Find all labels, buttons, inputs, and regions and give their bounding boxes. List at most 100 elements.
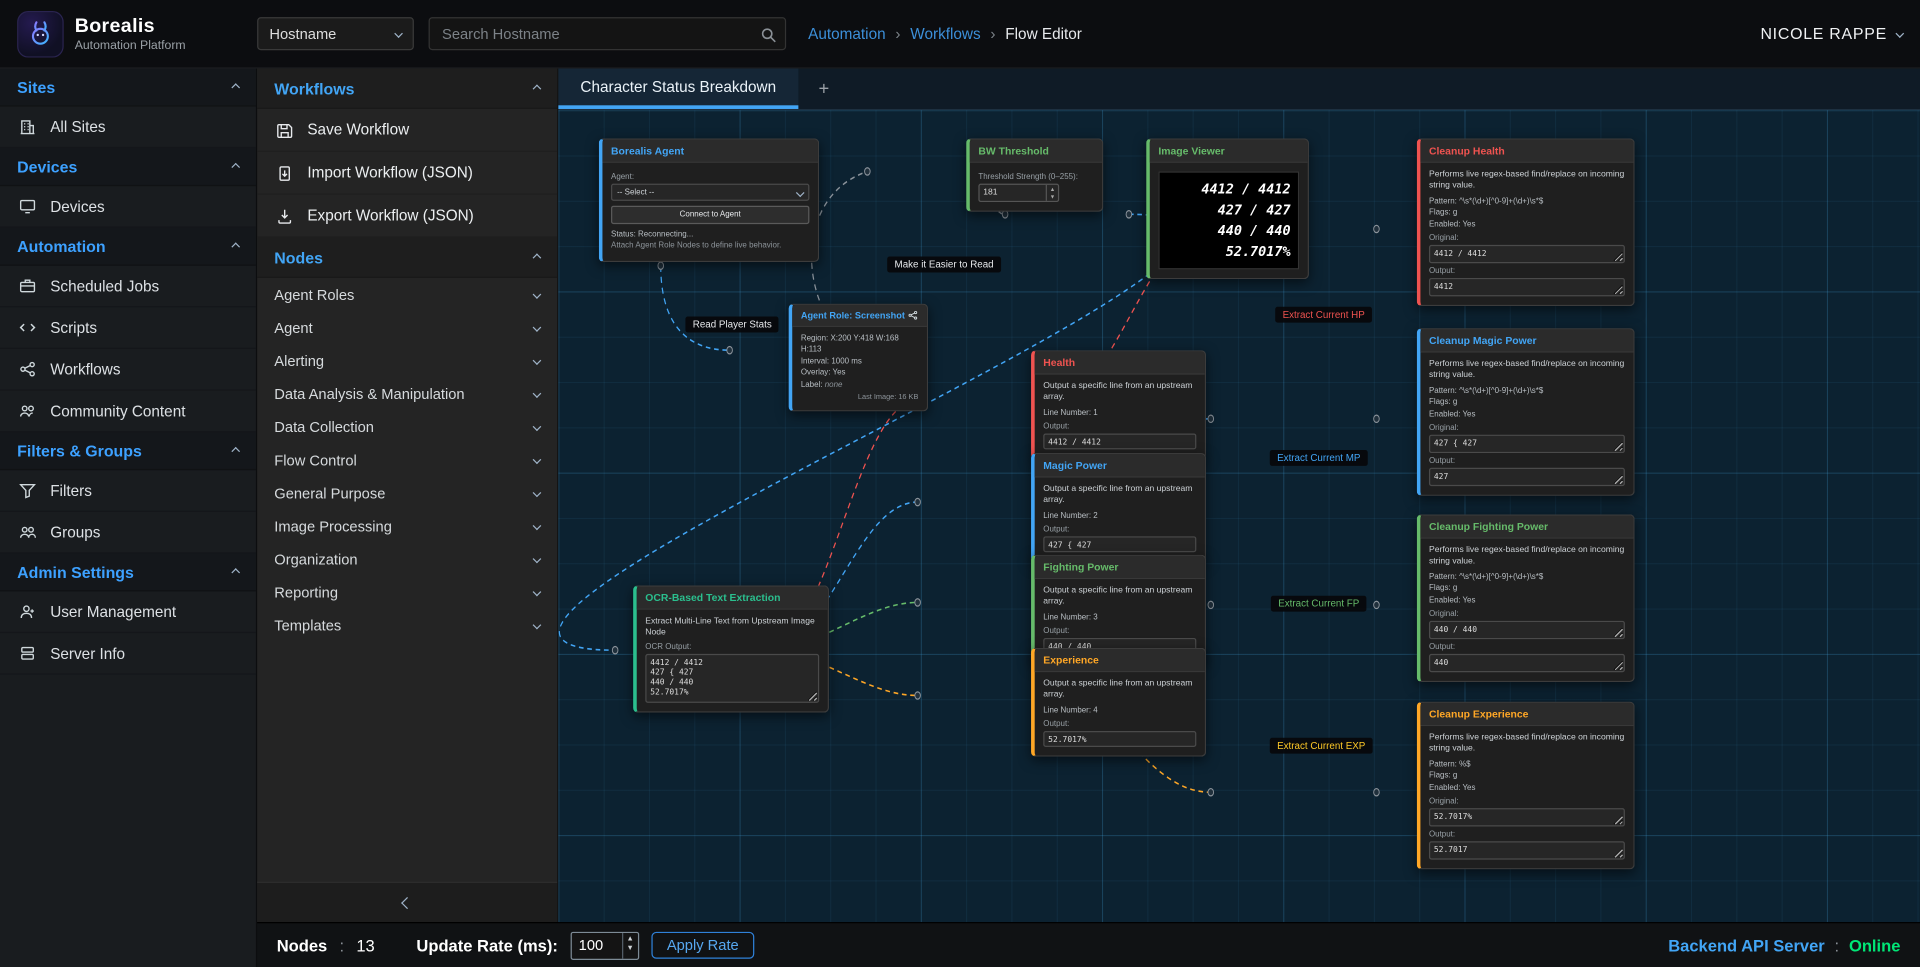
sidebar-section-sites[interactable]: Sites bbox=[0, 69, 256, 107]
collapse-panel-button[interactable] bbox=[257, 882, 557, 922]
apply-rate-button[interactable]: Apply Rate bbox=[651, 932, 755, 959]
search-icon bbox=[758, 24, 778, 44]
original-textarea[interactable]: 4412 / 4412 bbox=[1429, 245, 1625, 263]
update-rate-label: Update Rate (ms): bbox=[416, 936, 557, 954]
node-category-image-processing[interactable]: Image Processing bbox=[257, 509, 557, 542]
import-workflow-button[interactable]: Import Workflow (JSON) bbox=[257, 152, 557, 195]
agent-select[interactable]: -- Select -- bbox=[611, 184, 809, 201]
node-category-flow-control[interactable]: Flow Control bbox=[257, 443, 557, 476]
groups-icon bbox=[17, 522, 37, 542]
breadcrumb: Automation › Workflows › Flow Editor bbox=[808, 25, 1082, 42]
sidebar-section-admin-settings[interactable]: Admin Settings bbox=[0, 553, 256, 591]
new-tab-button[interactable]: + bbox=[798, 69, 849, 109]
original-label: Original: bbox=[1429, 424, 1625, 433]
node-magic-power[interactable]: Magic Power Output a specific line from … bbox=[1031, 453, 1206, 562]
hostname-dropdown[interactable]: Hostname bbox=[257, 17, 414, 50]
sidebar-item-community-content[interactable]: Community Content bbox=[0, 391, 256, 433]
breadcrumb-current: Flow Editor bbox=[1005, 25, 1082, 42]
node-description: Performs live regex-based find/replace o… bbox=[1429, 359, 1625, 382]
sidebar-item-user-management[interactable]: User Management bbox=[0, 591, 256, 633]
node-category-organization[interactable]: Organization bbox=[257, 542, 557, 575]
brand[interactable]: Borealis Automation Platform bbox=[17, 10, 257, 57]
node-bw-threshold[interactable]: BW Threshold Threshold Strength (0–255):… bbox=[966, 138, 1103, 211]
node-description: Performs live regex-based find/replace o… bbox=[1429, 169, 1625, 192]
edge-agent-to-screenshot[interactable] bbox=[661, 266, 730, 350]
output-textarea[interactable]: 52.7017 bbox=[1429, 841, 1625, 859]
sidebar-section-filters-groups[interactable]: Filters & Groups bbox=[0, 432, 256, 470]
sidebar-item-devices[interactable]: Devices bbox=[0, 186, 256, 228]
category-label: Alerting bbox=[274, 352, 324, 369]
node-ocr-text-extraction[interactable]: OCR-Based Text Extraction Extract Multi-… bbox=[633, 585, 829, 712]
user-menu[interactable]: NICOLE RAPPE bbox=[1760, 24, 1902, 42]
screenshot-label-value: none bbox=[825, 380, 843, 389]
sidebar-item-filters[interactable]: Filters bbox=[0, 470, 256, 512]
node-category-reporting[interactable]: Reporting bbox=[257, 576, 557, 609]
sidebar-item-groups[interactable]: Groups bbox=[0, 512, 256, 554]
node-category-agent[interactable]: Agent bbox=[257, 311, 557, 344]
node-experience[interactable]: Experience Output a specific line from a… bbox=[1031, 648, 1206, 757]
category-label: Image Processing bbox=[274, 517, 392, 534]
share-icon[interactable] bbox=[907, 310, 918, 321]
output-textarea[interactable]: 427 bbox=[1429, 468, 1625, 486]
export-workflow-button[interactable]: Export Workflow (JSON) bbox=[257, 195, 557, 238]
sidebar-item-server-info[interactable]: Server Info bbox=[0, 633, 256, 675]
save-workflow-button[interactable]: Save Workflow bbox=[257, 109, 557, 152]
node-cleanup-magic-power[interactable]: Cleanup Magic Power Performs live regex-… bbox=[1417, 328, 1635, 496]
output-input[interactable] bbox=[1043, 731, 1196, 747]
breadcrumb-automation[interactable]: Automation bbox=[808, 25, 885, 42]
panel-section-nodes[interactable]: Nodes bbox=[257, 238, 557, 278]
node-cleanup-fighting-power[interactable]: Cleanup Fighting Power Performs live reg… bbox=[1417, 514, 1635, 682]
image-viewer-display: 4412 / 4412 427 / 427 440 / 440 52.7017% bbox=[1158, 171, 1299, 269]
ocr-output-label: OCR Output: bbox=[645, 643, 819, 652]
flow-canvas[interactable]: Borealis Agent Agent: -- Select -- Conne… bbox=[558, 110, 1920, 922]
original-textarea[interactable]: 427 { 427 bbox=[1429, 435, 1625, 453]
node-category-data-analysis[interactable]: Data Analysis & Manipulation bbox=[257, 377, 557, 410]
node-cleanup-experience[interactable]: Cleanup Experience Performs live regex-b… bbox=[1417, 702, 1635, 870]
node-agent-role-screenshot[interactable]: Agent Role: Screenshot Region: X:200 Y:4… bbox=[789, 304, 929, 412]
output-textarea[interactable]: 440 bbox=[1429, 654, 1625, 672]
category-label: Flow Control bbox=[274, 451, 356, 468]
edge-label-read-player-stats: Read Player Stats bbox=[685, 317, 779, 333]
sidebar-item-workflows[interactable]: Workflows bbox=[0, 349, 256, 391]
node-category-general-purpose[interactable]: General Purpose bbox=[257, 476, 557, 509]
node-cleanup-health[interactable]: Cleanup Health Performs live regex-based… bbox=[1417, 138, 1635, 306]
output-textarea[interactable]: 4412 bbox=[1429, 278, 1625, 296]
node-image-viewer[interactable]: Image Viewer 4412 / 4412 427 / 427 440 /… bbox=[1146, 138, 1309, 279]
node-category-templates[interactable]: Templates bbox=[257, 609, 557, 642]
people-icon bbox=[17, 401, 37, 421]
node-health[interactable]: Health Output a specific line from an up… bbox=[1031, 350, 1206, 459]
update-rate-input[interactable] bbox=[571, 932, 621, 958]
ocr-output-textarea[interactable]: 4412 / 4412 427 { 427 440 / 440 52.7017% bbox=[645, 654, 819, 703]
output-input[interactable] bbox=[1043, 434, 1196, 450]
threshold-input[interactable] bbox=[980, 185, 1046, 201]
original-textarea[interactable]: 440 / 440 bbox=[1429, 621, 1625, 639]
panel-section-workflows[interactable]: Workflows bbox=[257, 69, 557, 109]
connect-to-agent-button[interactable]: Connect to Agent bbox=[611, 206, 809, 224]
app-root: Borealis Automation Platform Hostname Au… bbox=[0, 0, 1920, 967]
output-input[interactable] bbox=[1043, 537, 1196, 553]
spinner-buttons[interactable]: ▲▼ bbox=[622, 932, 638, 958]
node-description: Output a specific line from an upstream … bbox=[1043, 678, 1196, 701]
chevron-down-icon bbox=[533, 455, 542, 464]
node-description: Performs live regex-based find/replace o… bbox=[1429, 732, 1625, 755]
node-category-agent-roles[interactable]: Agent Roles bbox=[257, 278, 557, 311]
node-category-data-collection[interactable]: Data Collection bbox=[257, 410, 557, 443]
update-rate-stepper[interactable]: ▲▼ bbox=[570, 931, 639, 959]
breadcrumb-workflows[interactable]: Workflows bbox=[910, 25, 980, 42]
sidebar-section-devices[interactable]: Devices bbox=[0, 148, 256, 186]
node-borealis-agent[interactable]: Borealis Agent Agent: -- Select -- Conne… bbox=[599, 138, 819, 261]
sidebar-section-automation[interactable]: Automation bbox=[0, 228, 256, 266]
spinner-buttons[interactable]: ▲▼ bbox=[1046, 185, 1058, 201]
tab-character-status-breakdown[interactable]: Character Status Breakdown bbox=[558, 69, 798, 109]
sidebar-item-scripts[interactable]: Scripts bbox=[0, 307, 256, 349]
search-input[interactable] bbox=[429, 17, 787, 50]
sidebar-item-scheduled-jobs[interactable]: Scheduled Jobs bbox=[0, 266, 256, 308]
sidebar-item-all-sites[interactable]: All Sites bbox=[0, 107, 256, 149]
save-icon bbox=[274, 120, 294, 140]
chevron-left-icon bbox=[401, 896, 413, 908]
node-category-alerting[interactable]: Alerting bbox=[257, 344, 557, 377]
brand-name: Borealis bbox=[75, 15, 186, 37]
threshold-stepper[interactable]: ▲▼ bbox=[978, 184, 1059, 202]
category-label: Data Analysis & Manipulation bbox=[274, 385, 464, 402]
original-textarea[interactable]: 52.7017% bbox=[1429, 808, 1625, 826]
